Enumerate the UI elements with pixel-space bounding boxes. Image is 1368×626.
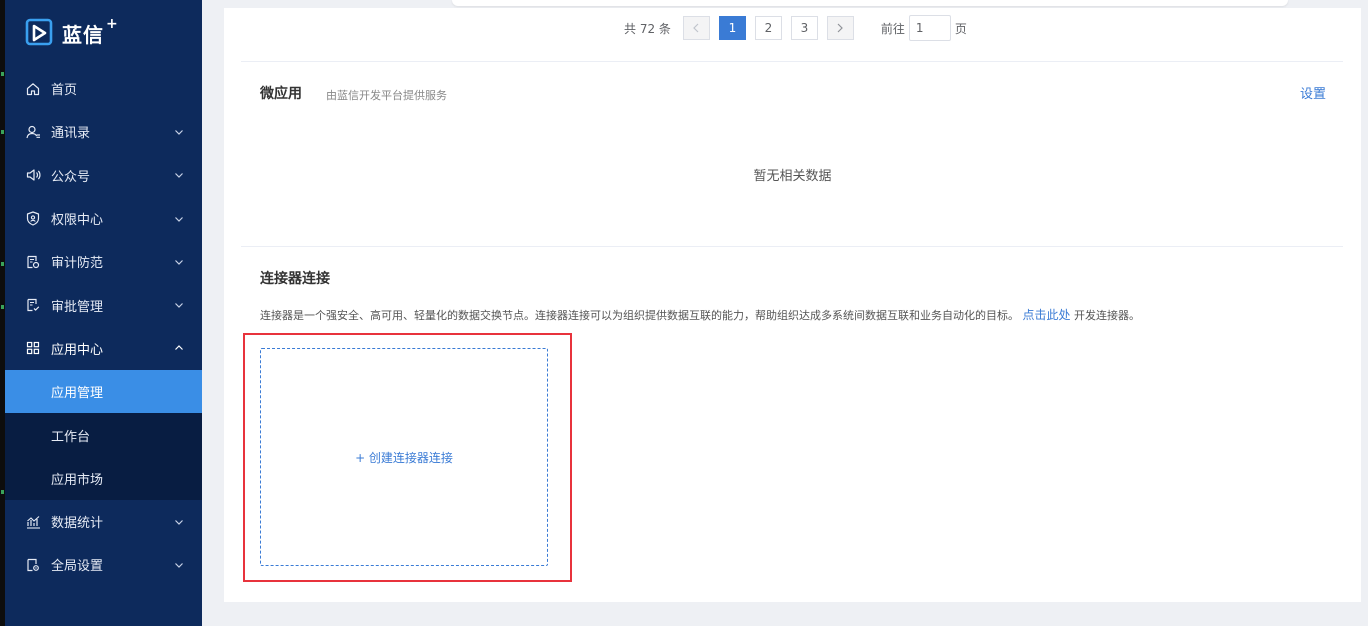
chevron-down-icon bbox=[174, 517, 184, 527]
app-center-submenu: 应用管理 工作台 应用市场 bbox=[5, 370, 202, 500]
chart-icon bbox=[25, 514, 41, 530]
goto-suffix: 页 bbox=[954, 21, 967, 36]
sidebar-item-contacts[interactable]: 通讯录 bbox=[5, 110, 202, 153]
pagination: 共 72 条 1 2 3 前往 页 bbox=[624, 15, 967, 41]
contacts-icon bbox=[25, 124, 41, 140]
sidebar-item-approval[interactable]: 审批管理 bbox=[5, 283, 202, 326]
chevron-down-icon bbox=[174, 257, 184, 267]
sidebar-subitem-app-management[interactable]: 应用管理 bbox=[5, 370, 202, 414]
prev-page-button[interactable] bbox=[682, 16, 710, 40]
home-icon bbox=[25, 81, 41, 97]
sidebar-subitem-label: 应用市场 bbox=[51, 472, 104, 488]
main-card: 共 72 条 1 2 3 前往 页 微应用 由蓝信开发平台提供服务 设置 暂无相… bbox=[224, 8, 1361, 602]
goto-label: 前往 bbox=[880, 21, 905, 36]
audit-icon bbox=[25, 254, 41, 270]
page-button-2[interactable]: 2 bbox=[754, 16, 782, 40]
brand-plus: + bbox=[106, 16, 118, 32]
shield-icon bbox=[25, 211, 41, 227]
approval-icon bbox=[25, 297, 41, 313]
sidebar-item-label: 公众号 bbox=[51, 169, 91, 185]
sidebar-item-global-settings[interactable]: 全局设置 bbox=[5, 543, 202, 586]
sidebar-item-app-center[interactable]: 应用中心 bbox=[5, 327, 202, 370]
sidebar-item-official-accounts[interactable]: 公众号 bbox=[5, 154, 202, 197]
chevron-up-icon bbox=[174, 343, 184, 353]
app-root: 蓝信 + 首页 通讯录 公众号 权限中心 审计防范 审批管理 应用中心 应用管理… bbox=[0, 0, 1368, 626]
micro-apps-subtitle: 由蓝信开发平台提供服务 bbox=[326, 89, 447, 102]
sidebar-item-label: 权限中心 bbox=[51, 213, 104, 229]
sidebar-menu: 首页 通讯录 公众号 权限中心 审计防范 审批管理 应用中心 应用管理 工作台 … bbox=[5, 67, 202, 587]
grid-icon bbox=[25, 340, 41, 356]
micro-apps-title: 微应用 bbox=[260, 86, 302, 102]
connector-description-text: 连接器是一个强安全、高可用、轻量化的数据交换节点。连接器连接可以为组织提供数据互… bbox=[260, 309, 1019, 322]
connector-dev-link[interactable]: 点击此处 bbox=[1023, 308, 1071, 322]
sidebar-item-permission-center[interactable]: 权限中心 bbox=[5, 197, 202, 240]
sidebar-item-home[interactable]: 首页 bbox=[5, 67, 202, 110]
create-connector-button[interactable]: + 创建连接器连接 bbox=[260, 348, 548, 566]
divider bbox=[241, 61, 1343, 62]
pagination-total: 共 72 条 bbox=[624, 21, 671, 36]
sidebar-item-label: 全局设置 bbox=[51, 559, 104, 575]
chevron-right-icon bbox=[837, 23, 844, 33]
chevron-down-icon bbox=[174, 214, 184, 224]
logo-icon bbox=[25, 18, 53, 46]
page-button-3[interactable]: 3 bbox=[790, 16, 818, 40]
top-strip bbox=[202, 0, 1368, 8]
next-page-button[interactable] bbox=[826, 16, 854, 40]
connector-title: 连接器连接 bbox=[260, 271, 330, 287]
chevron-down-icon bbox=[174, 300, 184, 310]
sidebar-item-audit[interactable]: 审计防范 bbox=[5, 240, 202, 283]
goto-page-input[interactable] bbox=[908, 15, 951, 41]
chevron-down-icon bbox=[174, 560, 184, 570]
page-button-1[interactable]: 1 bbox=[718, 16, 746, 40]
chevron-down-icon bbox=[174, 170, 184, 180]
chevron-down-icon bbox=[174, 127, 184, 137]
sidebar-item-label: 审计防范 bbox=[51, 256, 104, 272]
sidebar-subitem-label: 工作台 bbox=[51, 429, 91, 445]
speaker-icon bbox=[25, 167, 41, 183]
micro-apps-empty-text: 暂无相关数据 bbox=[753, 169, 832, 184]
connector-description: 连接器是一个强安全、高可用、轻量化的数据交换节点。连接器连接可以为组织提供数据互… bbox=[260, 306, 1140, 323]
chevron-left-icon bbox=[693, 23, 699, 33]
create-connector-label: + 创建连接器连接 bbox=[355, 450, 453, 465]
micro-apps-settings-link[interactable]: 设置 bbox=[1300, 83, 1326, 102]
sidebar-subitem-app-market[interactable]: 应用市场 bbox=[5, 457, 202, 500]
sidebar-subitem-workbench[interactable]: 工作台 bbox=[5, 413, 202, 456]
sidebar-item-label: 应用中心 bbox=[51, 342, 104, 358]
brand-name: 蓝信 bbox=[62, 22, 104, 47]
sidebar-item-statistics[interactable]: 数据统计 bbox=[5, 500, 202, 543]
connector-link-suffix: 开发连接器。 bbox=[1074, 309, 1141, 322]
sidebar-item-label: 通讯录 bbox=[51, 126, 91, 142]
brand-logo[interactable]: 蓝信 + bbox=[25, 16, 118, 48]
sidebar-item-label: 首页 bbox=[51, 83, 78, 99]
sidebar-item-label: 审批管理 bbox=[51, 299, 104, 315]
settings-icon bbox=[25, 557, 41, 573]
divider bbox=[241, 246, 1343, 247]
sidebar-subitem-label: 应用管理 bbox=[51, 386, 104, 402]
sidebar: 蓝信 + 首页 通讯录 公众号 权限中心 审计防范 审批管理 应用中心 应用管理… bbox=[5, 0, 202, 626]
sidebar-item-label: 数据统计 bbox=[51, 516, 104, 532]
